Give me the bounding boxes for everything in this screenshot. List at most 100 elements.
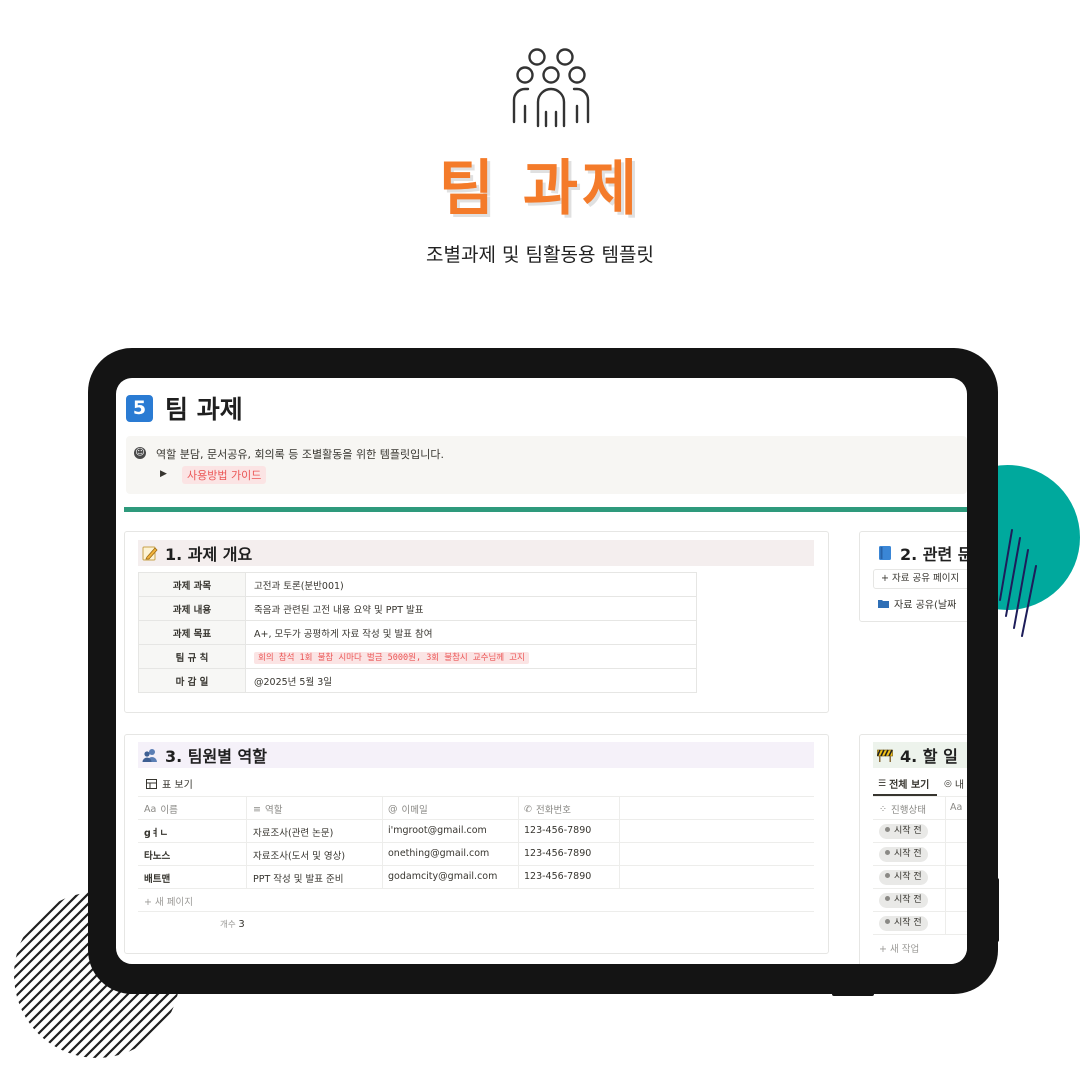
member-phone[interactable]: 123-456-7890 <box>524 871 591 882</box>
row-divider <box>873 911 967 912</box>
member-name[interactable]: 배트맨 <box>144 871 170 885</box>
table-border <box>873 796 967 797</box>
member-role[interactable]: 자료조사(관련 논문) <box>253 825 333 839</box>
todo-heading[interactable]: 4. 할 일 <box>873 742 967 768</box>
lines-type-icon: ≡ <box>253 803 261 815</box>
overview-heading-text: 1. 과제 개요 <box>165 545 253 564</box>
callout-text: 역할 분담, 문서공유, 회의록 등 조별활동을 위한 템플릿입니다. <box>156 448 444 461</box>
status-badge[interactable]: 시작 전 <box>879 893 928 908</box>
section-divider <box>124 507 967 512</box>
construction-barrier-icon <box>877 749 893 762</box>
column-header-email[interactable]: @ 이메일 <box>388 802 428 817</box>
page-title[interactable]: 팀 과제 <box>165 390 243 426</box>
row-count-value: 3 <box>238 919 245 930</box>
member-email[interactable]: i'mgroot@gmail.com <box>388 825 487 836</box>
tablet-side-button <box>994 878 999 942</box>
overview-table: 과제 과목 고전과 토론(분반001) 과제 내용 죽음과 관련된 고전 내용 … <box>138 572 697 693</box>
members-heading[interactable]: 3. 팀원별 역할 <box>138 742 814 768</box>
team-people-icon <box>512 48 590 128</box>
loading-status-icon: ⁘ <box>879 803 887 815</box>
row-count: 개수 3 <box>220 918 245 930</box>
overview-value[interactable]: 죽음과 관련된 고전 내용 요약 및 PPT 발표 <box>245 596 697 621</box>
checklist-icon: ☰ <box>878 778 887 789</box>
status-badge[interactable]: 시작 전 <box>879 916 928 931</box>
tablet-bottom-button <box>720 990 820 994</box>
column-header-role[interactable]: ≡ 역할 <box>253 802 283 817</box>
overview-key: 과제 과목 <box>138 572 246 597</box>
member-role[interactable]: 자료조사(도서 및 영상) <box>253 848 345 862</box>
row-count-label: 개수 <box>220 920 236 930</box>
new-page-button[interactable]: + 새 페이지 <box>144 894 193 908</box>
column-header-label: 이름 <box>160 805 178 816</box>
status-badge[interactable]: 시작 전 <box>879 847 928 862</box>
member-phone[interactable]: 123-456-7890 <box>524 848 591 859</box>
add-shared-page-button[interactable]: + 자료 공유 페이지 <box>873 569 967 589</box>
overview-heading[interactable]: 1. 과제 개요 <box>138 540 814 566</box>
table-row: 과제 내용 죽음과 관련된 고전 내용 요약 및 PPT 발표 <box>138 596 697 621</box>
row-divider <box>138 842 814 843</box>
page-number-badge: 5 <box>126 394 153 422</box>
blue-book-icon <box>879 546 891 560</box>
column-header-label: 이메일 <box>401 805 428 816</box>
row-divider <box>138 865 814 866</box>
member-name[interactable]: gㅕㄴ <box>144 825 168 839</box>
member-name[interactable]: 타노스 <box>144 848 170 862</box>
todo-tab-mine[interactable]: ◎ 내 <box>944 776 965 792</box>
phone-icon: ✆ <box>524 803 532 815</box>
todo-heading-text: 4. 할 일 <box>900 747 958 766</box>
toggle-arrow-icon[interactable]: ▶ <box>160 469 167 479</box>
folder-icon <box>878 600 889 608</box>
member-phone[interactable]: 123-456-7890 <box>524 825 591 836</box>
status-badge[interactable]: 시작 전 <box>879 824 928 839</box>
people-silhouette-icon <box>142 749 157 762</box>
docs-heading[interactable]: 2. 관련 문 <box>873 540 967 566</box>
hero-title: 팀 과제 <box>438 154 642 224</box>
shared-folder-label: 자료 공유(날짜 <box>894 600 957 611</box>
text-type-icon: Aa <box>144 803 157 815</box>
column-header-label: 전화번호 <box>535 805 571 816</box>
docs-heading-text: 2. 관련 문 <box>900 545 967 564</box>
member-role[interactable]: PPT 작성 및 발표 준비 <box>253 871 344 885</box>
usage-guide-link[interactable]: 사용방법 가이드 <box>182 466 267 484</box>
memo-pencil-icon <box>142 546 158 561</box>
table-row: 마 감 일 @2025년 5월 3일 <box>138 668 697 693</box>
column-header-label: 역할 <box>264 805 283 816</box>
overview-key: 팀 규 칙 <box>138 644 246 669</box>
column-header-label: 진행상태 <box>890 805 926 816</box>
tablet-bottom-button <box>334 990 564 994</box>
members-heading-text: 3. 팀원별 역할 <box>165 747 267 766</box>
member-email[interactable]: godamcity@gmail.com <box>388 871 497 882</box>
tablet-bottom-button <box>832 990 874 996</box>
row-divider <box>873 865 967 866</box>
team-rule-text: 회의 참석 1회 불참 시마다 벌금 5000원, 3회 불참시 교수님께 고지 <box>254 651 529 664</box>
status-badge[interactable]: 시작 전 <box>879 870 928 885</box>
row-divider <box>138 911 814 912</box>
row-divider <box>138 888 814 889</box>
table-row: 과제 목표 A+, 모두가 공평하게 자료 작성 및 발표 참여 <box>138 620 697 645</box>
smile-icon: ☺ <box>134 447 146 459</box>
column-header-task[interactable]: Aa <box>950 802 962 813</box>
hero-subtitle: 조별과제 및 팀활동용 템플릿 <box>426 244 654 266</box>
person-circle-icon: ◎ <box>944 778 952 789</box>
shared-folder-link[interactable]: 자료 공유(날짜 <box>878 596 956 611</box>
overview-value[interactable]: A+, 모두가 공평하게 자료 작성 및 발표 참여 <box>245 620 697 645</box>
overview-value[interactable]: 회의 참석 1회 불참 시마다 벌금 5000원, 3회 불참시 교수님께 고지 <box>245 644 697 669</box>
table-view-tab[interactable]: 표 보기 <box>146 776 193 791</box>
overview-key: 마 감 일 <box>138 668 246 693</box>
todo-tab-all[interactable]: ☰ 전체 보기 <box>878 776 929 792</box>
table-view-label: 표 보기 <box>162 780 193 791</box>
deadline-date[interactable]: @2025년 5월 3일 <box>245 668 697 693</box>
at-sign-icon: @ <box>388 803 398 815</box>
intro-callout: ☺ 역할 분담, 문서공유, 회의록 등 조별활동을 위한 템플릿입니다. ▶ … <box>126 436 967 494</box>
column-header-status[interactable]: ⁘ 진행상태 <box>879 802 926 817</box>
row-divider <box>873 888 967 889</box>
overview-value[interactable]: 고전과 토론(분반001) <box>245 572 697 597</box>
new-task-button[interactable]: + 새 작업 <box>879 941 919 955</box>
column-header-phone[interactable]: ✆ 전화번호 <box>524 802 571 817</box>
page-header: 5 팀 과제 <box>126 390 243 426</box>
column-header-name[interactable]: Aa 이름 <box>144 802 178 817</box>
member-email[interactable]: onething@gmail.com <box>388 848 489 859</box>
row-divider <box>873 842 967 843</box>
todo-tab-mine-label: 내 <box>954 780 965 791</box>
row-divider <box>138 819 814 820</box>
